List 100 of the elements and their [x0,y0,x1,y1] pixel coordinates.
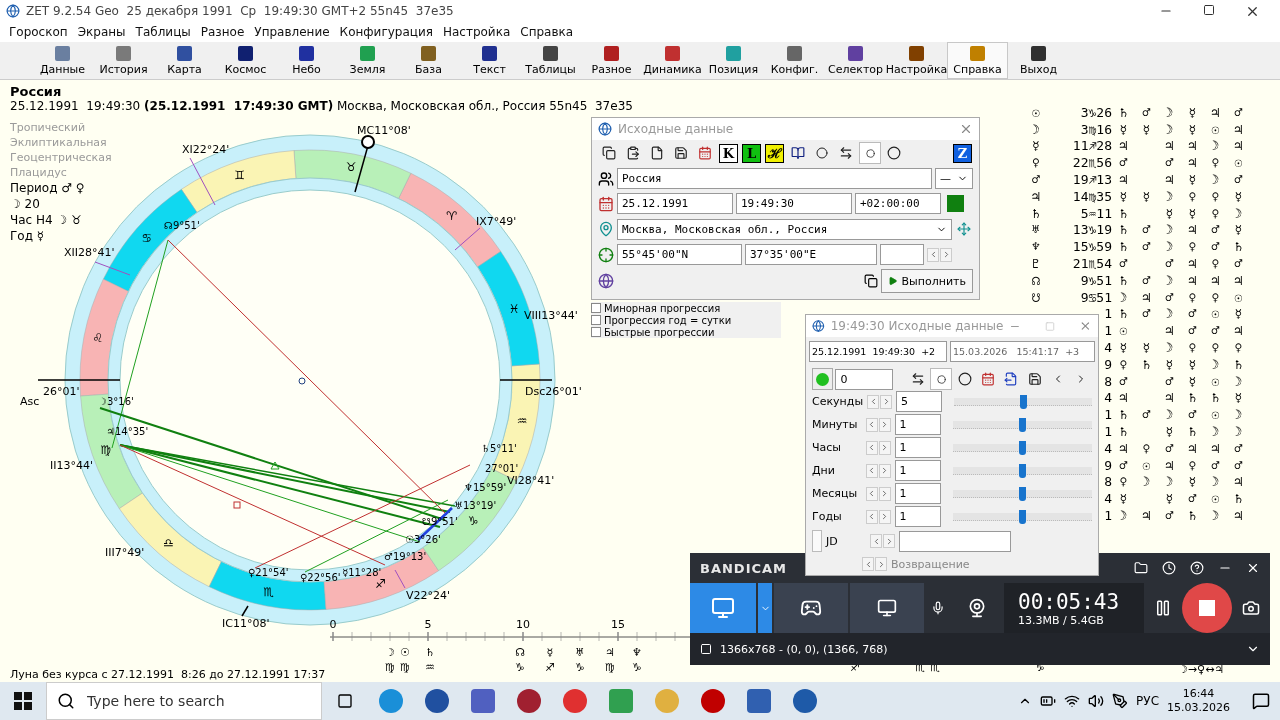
step-slider[interactable] [952,420,1092,429]
start-date-field[interactable]: 25.12.1991 19:49:30 +2 [809,341,947,362]
name-field[interactable]: Россия [617,168,932,189]
toolbar-button[interactable]: Земля [337,42,398,79]
step-field[interactable]: 1 [894,460,941,481]
decrease-button[interactable] [865,417,878,432]
clock-icon[interactable] [1162,561,1176,575]
group-dropdown[interactable]: — [935,168,973,189]
decrease-button[interactable] [927,247,939,262]
wifi-icon[interactable] [1064,693,1081,709]
step-field[interactable]: 1 [894,437,941,458]
toolbar-button[interactable]: Выход [1008,42,1069,79]
increase-button[interactable] [878,486,891,501]
toolbar-button[interactable]: Карта [154,42,215,79]
toggle-button[interactable] [812,530,822,552]
battery-icon[interactable] [1040,693,1057,709]
increase-button[interactable] [878,463,891,478]
place-dropdown[interactable]: Москва, Московская обл., Россия [617,218,952,240]
counter-field[interactable]: 0 [835,368,894,390]
menu-item[interactable]: Таблицы [130,25,196,39]
toolbar-button[interactable]: Конфиг. [764,42,825,79]
decrease-button[interactable] [865,509,878,524]
step-field[interactable]: 1 [894,414,941,435]
globe-icon[interactable] [598,273,614,289]
step-slider[interactable] [952,443,1092,452]
step-field[interactable]: 1 [894,506,941,527]
menu-item[interactable]: Экраны [72,25,131,39]
letter-button[interactable]: Z [953,143,972,163]
step-field[interactable]: 1 [894,483,941,504]
slider-thumb[interactable] [1020,394,1028,409]
increase-button[interactable] [878,509,891,524]
decrease-button[interactable] [867,394,880,409]
step-slider[interactable] [952,489,1092,498]
folder-icon[interactable] [1134,561,1148,575]
run-button[interactable]: Выполнить [881,269,973,293]
decrease-button[interactable] [865,486,878,501]
clock-time[interactable]: 16:44 [1182,687,1215,701]
slider-thumb[interactable] [1019,417,1027,432]
increase-button[interactable] [880,394,893,409]
extra-field[interactable] [880,244,924,265]
letter-button[interactable]: L [742,143,761,163]
increase-button[interactable] [878,440,891,455]
decrease-button[interactable] [862,557,874,571]
notifications-icon[interactable] [1252,692,1270,710]
letter-button[interactable]: K [719,143,738,163]
step-slider[interactable] [954,397,1092,406]
clock-date[interactable]: 15.03.2026 [1167,701,1230,715]
toolbar-button[interactable]: Справка [947,42,1008,79]
volume-icon[interactable] [1088,693,1105,709]
increase-button[interactable] [875,557,887,571]
help-icon[interactable] [1190,561,1204,575]
step-slider[interactable] [952,466,1092,475]
toolbar-button[interactable]: Данные [32,42,93,79]
timezone-field[interactable]: +02:00:00 [855,193,941,214]
language-indicator[interactable]: РУС [1136,694,1159,708]
menu-item[interactable]: Конфигурация [334,25,438,39]
longitude-field[interactable]: 37°35'00"E [745,244,877,265]
decrease-button[interactable] [870,534,882,548]
toolbar-button[interactable]: Динамика [642,42,703,79]
toolbar-button[interactable]: История [93,42,154,79]
search-field[interactable]: Type here to search [46,682,322,720]
time-field[interactable]: 19:49:30 [736,193,852,214]
step-field[interactable]: 5 [896,391,943,412]
latitude-field[interactable]: 55°45'00"N [617,244,742,265]
letter-button[interactable]: ℋ [765,143,784,163]
device-mode-button[interactable] [850,583,924,633]
current-date-field[interactable]: 15.03.2026 15:41:17 +3 [950,341,1095,362]
toolbar-button[interactable]: Позиция [703,42,764,79]
increase-button[interactable] [883,534,895,548]
menu-item[interactable]: Гороскоп [4,25,73,39]
game-mode-button[interactable] [774,583,848,633]
menu-item[interactable]: Настройка [437,25,516,39]
increase-button[interactable] [940,247,952,262]
toolbar-button[interactable]: Таблицы [520,42,581,79]
slider-thumb[interactable] [1019,509,1027,524]
progression-checkbox[interactable]: Прогрессия год = сутки [591,314,781,326]
progression-checkbox[interactable]: Быстрые прогрессии [591,326,781,338]
toolbar-button[interactable]: Текст [459,42,520,79]
menu-item[interactable]: Разное [195,25,250,39]
date-field[interactable]: 25.12.1991 [617,193,733,214]
toolbar-button[interactable]: Небо [276,42,337,79]
toolbar-button[interactable]: Селектор [825,42,886,79]
close-icon[interactable] [1246,561,1260,575]
menu-item[interactable]: Управление [249,25,335,39]
toolbar-button[interactable]: База [398,42,459,79]
progression-checkbox[interactable]: Минорная прогрессия [591,302,781,314]
copy-icon[interactable] [864,274,878,288]
jd-field[interactable] [899,530,1011,552]
screen-mode-button[interactable] [690,583,756,633]
decrease-button[interactable] [865,463,878,478]
toolbar-button[interactable]: Разное [581,42,642,79]
slider-thumb[interactable] [1019,486,1027,501]
toolbar-button[interactable]: Космос [215,42,276,79]
maximize-icon[interactable] [1203,3,1215,16]
slider-thumb[interactable] [1019,463,1027,478]
stop-button[interactable] [1182,583,1232,633]
step-slider[interactable] [952,512,1092,521]
start-button[interactable] [812,368,834,390]
slider-thumb[interactable] [1019,440,1027,455]
increase-button[interactable] [878,417,891,432]
